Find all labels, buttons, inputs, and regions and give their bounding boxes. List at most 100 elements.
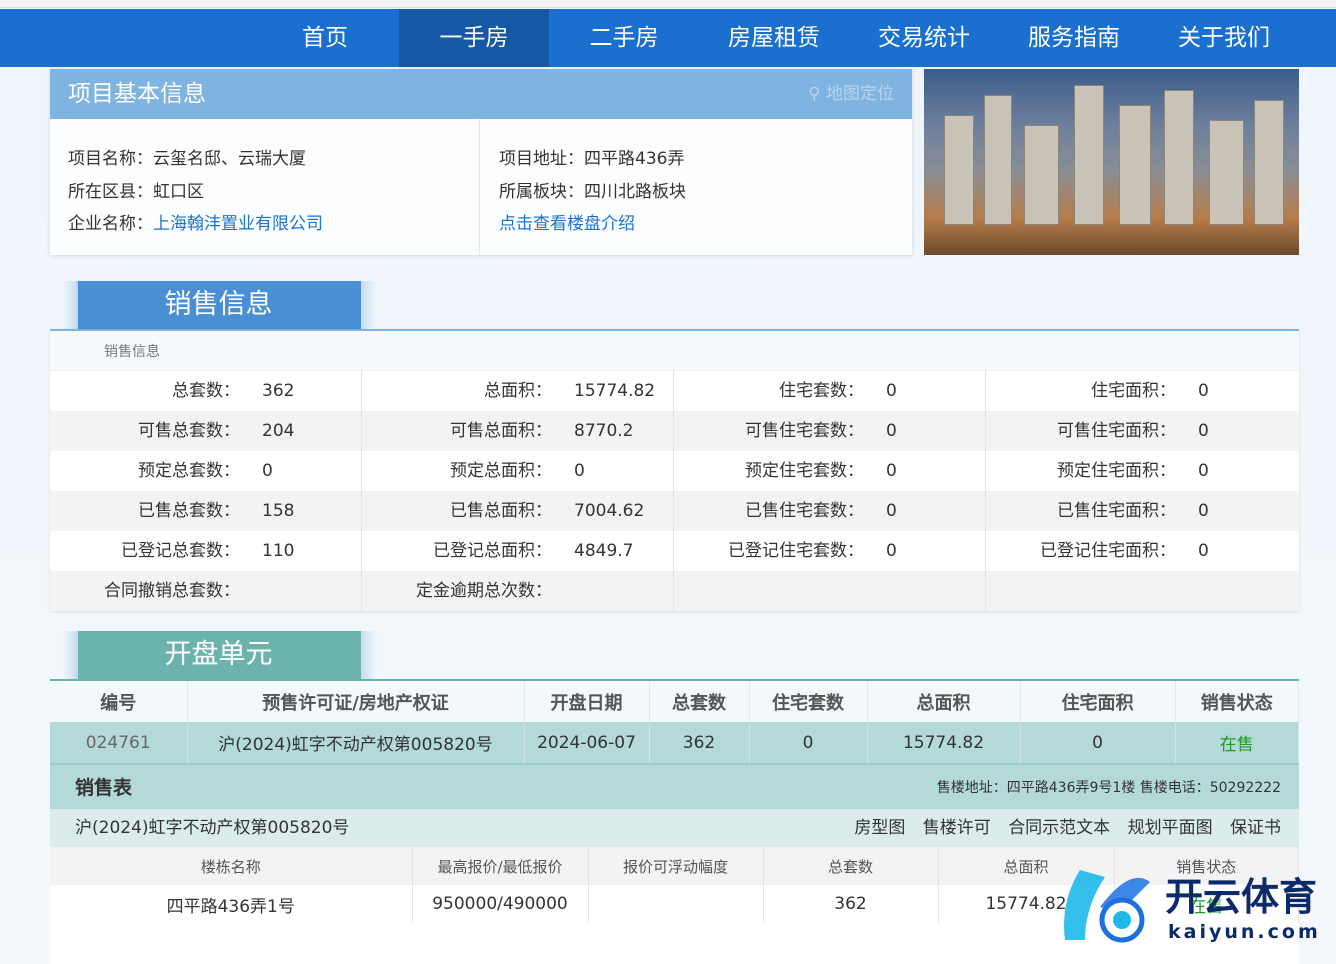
stat-cell: 已登记住宅套数：0 [674, 531, 986, 571]
stat-value [864, 571, 886, 611]
stat-value: 0 [1176, 371, 1209, 411]
stat-cell: 预定住宅套数：0 [674, 451, 986, 491]
sales-info-tab[interactable]: 销售信息 [76, 281, 361, 329]
table-row: 已售总套数：158已售总面积：7004.62已售住宅套数：0已售住宅面积：0 [50, 491, 1299, 531]
stat-cell: 已登记总面积：4849.7 [362, 531, 674, 571]
stat-label: 定金逾期总次数： [362, 571, 552, 611]
sale-status: 在售 [1175, 722, 1299, 763]
sales-office-info: 售楼地址：四平路436弄9号1楼 售楼电话：50292222 [937, 765, 1281, 811]
col-header: 住宅面积 [1020, 681, 1175, 722]
sales-info-table: 销售信息 总套数：362总面积：15774.82住宅套数：0住宅面积：0可售总套… [50, 329, 1299, 611]
stat-label [986, 571, 1176, 611]
stat-cell: 预定总套数：0 [50, 451, 362, 491]
intro-link[interactable]: 点击查看楼盘介绍 [499, 214, 635, 234]
stat-label: 可售总套数： [50, 411, 240, 451]
residential-units: 0 [749, 722, 867, 763]
units-tab[interactable]: 开盘单元 [76, 631, 361, 679]
stat-cell: 可售总套数：204 [50, 411, 362, 451]
stat-value: 0 [864, 531, 897, 571]
col-header: 总套数 [649, 681, 749, 722]
nav-second-hand[interactable]: 二手房 [549, 9, 699, 67]
stat-cell: 定金逾期总次数： [362, 571, 674, 611]
label: 所属板块： [499, 182, 584, 202]
stat-value: 0 [864, 371, 897, 411]
project-info-title: 项目基本信息 [68, 81, 206, 107]
stat-value: 0 [240, 451, 273, 491]
stat-cell: 合同撤销总套数： [50, 571, 362, 611]
stat-value: 204 [240, 411, 294, 451]
doc-floorplan-link[interactable]: 房型图 [854, 818, 905, 838]
svg-text:kaiyun.com: kaiyun.com [1168, 921, 1321, 943]
district: 虹口区 [153, 182, 204, 202]
label: 所在区县： [68, 182, 153, 202]
col-header: 编号 [50, 681, 187, 722]
svg-text:开云体育: 开云体育 [1165, 875, 1317, 919]
col-header: 总套数 [763, 847, 938, 885]
map-location-link[interactable]: ⚲ 地图定位 [808, 69, 894, 119]
stat-label: 合同撤销总套数： [50, 571, 240, 611]
col-header: 开盘日期 [524, 681, 649, 722]
stat-value: 0 [864, 451, 897, 491]
stat-cell: 总面积：15774.82 [362, 371, 674, 411]
nav-guide[interactable]: 服务指南 [999, 9, 1149, 67]
table-row[interactable]: 024761 沪(2024)虹字不动产权第005820号 2024-06-07 … [50, 722, 1299, 763]
stat-label: 可售总面积： [362, 411, 552, 451]
stat-value: 4849.7 [552, 531, 633, 571]
stat-cell: 已登记总套数：110 [50, 531, 362, 571]
nav-new-house[interactable]: 一手房 [399, 9, 549, 67]
stat-cell [674, 571, 986, 611]
nav-home[interactable]: 首页 [250, 9, 400, 67]
company-link[interactable]: 上海翰沣置业有限公司 [153, 214, 323, 234]
units-table: 编号 预售许可证/房地产权证 开盘日期 总套数 住宅套数 总面积 住宅面积 销售… [50, 679, 1299, 763]
stat-cell [986, 571, 1298, 611]
stat-value: 0 [1176, 491, 1209, 531]
open-date: 2024-06-07 [524, 722, 649, 763]
building-name[interactable]: 四平路436弄1号 [50, 885, 412, 923]
nav-rental[interactable]: 房屋租赁 [699, 9, 849, 67]
stat-label: 预定住宅套数： [674, 451, 864, 491]
block: 四川北路板块 [584, 182, 686, 202]
col-header: 预售许可证/房地产权证 [187, 681, 524, 722]
label: 企业名称： [68, 214, 153, 234]
stat-cell: 可售住宅面积：0 [986, 411, 1298, 451]
col-header: 最高报价/最低报价 [412, 847, 588, 885]
doc-plan-link[interactable]: 规划平面图 [1128, 818, 1213, 838]
address: 四平路436弄 [584, 149, 684, 169]
stat-label: 已售住宅面积： [986, 491, 1176, 531]
stat-label: 已登记总面积： [362, 531, 552, 571]
stat-label: 总面积： [362, 371, 552, 411]
stat-value: 158 [240, 491, 294, 531]
label: 项目名称： [68, 149, 153, 169]
table-row: 可售总套数：204可售总面积：8770.2可售住宅套数：0可售住宅面积：0 [50, 411, 1299, 451]
stat-value: 362 [240, 371, 294, 411]
stat-label: 预定总面积： [362, 451, 552, 491]
doc-permit-link[interactable]: 售楼许可 [923, 818, 991, 838]
stat-cell: 预定住宅面积：0 [986, 451, 1298, 491]
project-info-header: 项目基本信息 ⚲ 地图定位 [50, 69, 912, 119]
stat-label: 已登记总套数： [50, 531, 240, 571]
nav-about[interactable]: 关于我们 [1149, 9, 1299, 67]
main-nav: 首页 一手房 二手房 房屋租赁 交易统计 服务指南 关于我们 [0, 9, 1336, 67]
total-area: 15774.82 [867, 722, 1020, 763]
stat-cell: 已登记住宅面积：0 [986, 531, 1298, 571]
col-header: 销售状态 [1175, 681, 1299, 722]
stat-value: 0 [1176, 451, 1209, 491]
nav-statistics[interactable]: 交易统计 [849, 9, 999, 67]
map-pin-icon: ⚲ [808, 84, 820, 104]
stat-label [674, 571, 864, 611]
stat-label: 已售总套数： [50, 491, 240, 531]
stat-cell: 总套数：362 [50, 371, 362, 411]
sales-info-caption: 销售信息 [50, 331, 1299, 371]
total-units: 362 [649, 722, 749, 763]
price-float [588, 885, 763, 923]
doc-guarantee-link[interactable]: 保证书 [1230, 818, 1281, 838]
stat-cell: 已售总套数：158 [50, 491, 362, 531]
stat-label: 住宅套数： [674, 371, 864, 411]
top-strip [0, 0, 1336, 8]
stat-label: 预定总套数： [50, 451, 240, 491]
doc-contract-link[interactable]: 合同示范文本 [1008, 818, 1110, 838]
address-row: 项目地址：四平路436弄 [499, 143, 912, 176]
col-header: 住宅套数 [749, 681, 867, 722]
table-row: 总套数：362总面积：15774.82住宅套数：0住宅面积：0 [50, 371, 1299, 411]
units-header-row: 编号 预售许可证/房地产权证 开盘日期 总套数 住宅套数 总面积 住宅面积 销售… [50, 681, 1299, 722]
